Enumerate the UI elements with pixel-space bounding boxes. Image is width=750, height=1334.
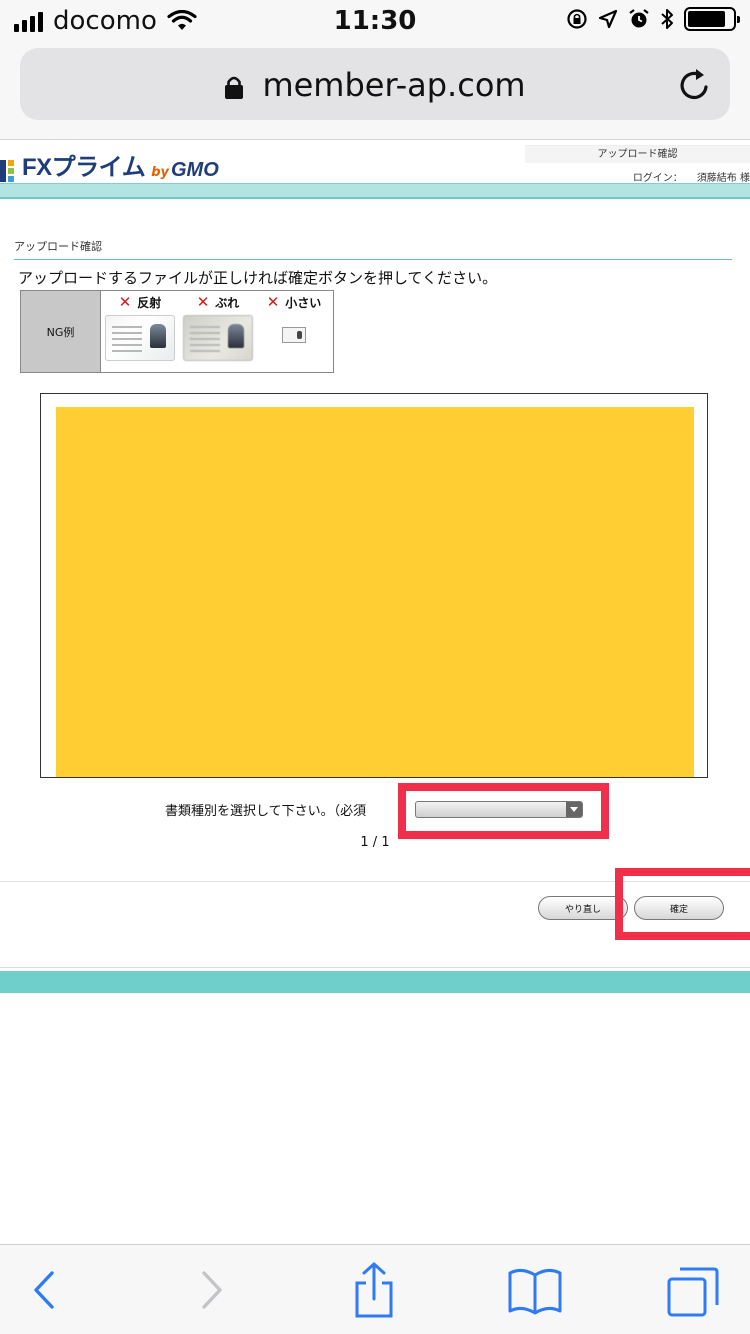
ng-examples-table: NG例 ✕ 反射 ✕ ぶれ ✕ 小さい [20,290,334,373]
ng-examples-label: NG例 [21,291,101,372]
alarm-icon [629,9,649,28]
ng-example-label: 小さい [285,295,322,310]
instruction-text: アップロードするファイルが正しければ確定ボタンを押してください。 [18,269,498,287]
logo-gmo: GMO [170,159,219,181]
location-icon [598,9,618,29]
footer-band [0,971,750,993]
browser-toolbar [0,1244,750,1334]
tabs-icon[interactable] [666,1265,720,1319]
bookmarks-icon[interactable] [506,1267,564,1315]
ng-example-blur: ✕ ぶれ [179,291,257,372]
cross-icon: ✕ [118,293,132,311]
reload-icon[interactable] [678,66,712,102]
highlight-box-select [398,783,609,839]
header-band [0,183,750,199]
cross-icon: ✕ [196,293,210,311]
divider [0,967,750,968]
logo-mark-icon [0,160,14,182]
highlight-box-confirm [615,868,750,940]
back-icon[interactable] [28,1265,60,1315]
header-page-title: アップロード確認 [525,145,750,163]
battery-icon [684,7,740,31]
uploaded-image [56,407,694,777]
ng-example-label: 反射 [137,295,162,310]
pager: 1 / 1 [360,835,390,850]
site-header: FXプライム by GMO アップロード確認 ログイン： 須藤結布 様 [0,141,750,185]
share-icon[interactable] [350,1261,398,1319]
ng-example-label: ぶれ [215,295,240,310]
logo-by: by [151,165,169,180]
upload-preview [40,393,708,778]
ng-example-small: ✕ 小さい [257,291,331,372]
id-card-thumbnail [282,327,306,343]
lock-icon [225,76,244,99]
cross-icon: ✕ [266,293,280,311]
doc-type-label: 書類種別を選択して下さい。（必須 [165,804,367,819]
bluetooth-icon [661,9,673,29]
address-bar[interactable]: member-ap.com [20,48,730,120]
id-card-thumbnail [183,315,253,361]
status-bar: docomo 11:30 [0,0,750,40]
url-text: member-ap.com [262,66,526,104]
login-info: ログイン： 須藤結布 様 [619,169,750,184]
section-title: アップロード確認 [14,238,732,260]
browser-url-area: member-ap.com [0,40,750,140]
site-logo[interactable]: FXプライム by GMO [0,147,219,182]
forward-icon[interactable] [196,1265,228,1315]
ng-example-glare: ✕ 反射 [101,291,179,372]
orientation-lock-icon [567,9,587,29]
id-card-thumbnail [105,315,175,361]
logo-text: FXプライム [22,154,146,181]
doc-type-row: 書類種別を選択して下さい。（必須 [0,800,750,820]
